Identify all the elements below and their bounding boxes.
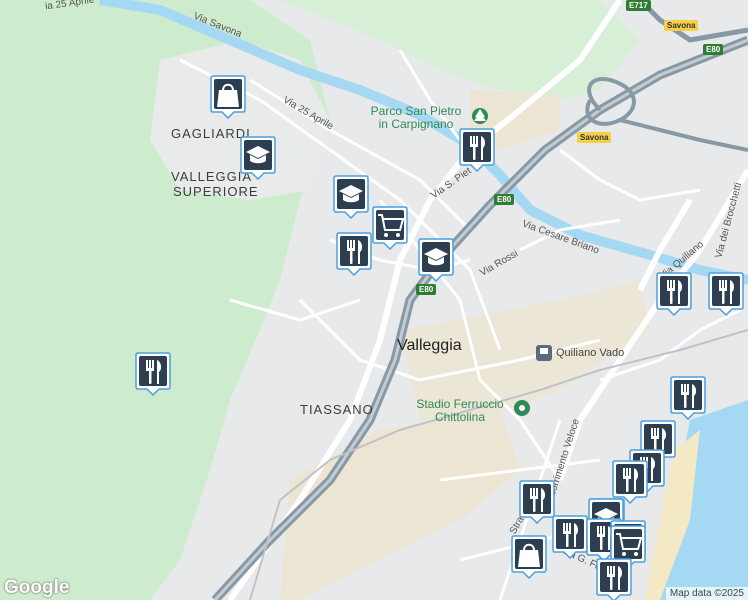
poi-marker[interactable]: [519, 480, 555, 524]
road-shield-e717: E717: [626, 0, 651, 11]
poi-marker[interactable]: [240, 136, 276, 180]
road-shield-e80-a: E80: [703, 44, 724, 55]
google-logo: Google: [4, 577, 70, 598]
poi-marker[interactable]: [552, 515, 588, 559]
place-label-valleggia-superiore-2: SUPERIORE: [173, 184, 259, 199]
map-attribution[interactable]: Map data ©2025: [665, 587, 748, 600]
map-base-layer: [0, 0, 748, 600]
road-shield-savona-top: Savona: [664, 20, 699, 31]
poi-label-parco[interactable]: Parco San Pietro in Carpignano: [360, 105, 472, 131]
poi-marker[interactable]: [336, 232, 372, 276]
poi-marker[interactable]: [372, 206, 408, 250]
poi-marker[interactable]: [670, 376, 706, 420]
place-label-gagliardi: GAGLIARDI: [171, 126, 251, 141]
road-shield-e80-c: E80: [416, 284, 437, 295]
poi-label-stadio[interactable]: Stadio Ferruccio Chittolina: [405, 398, 515, 424]
road-shield-savona-mid: Savona: [577, 132, 612, 143]
poi-label-stadio-line2: Chittolina: [434, 410, 486, 424]
town-label-valleggia[interactable]: Valleggia: [397, 337, 462, 355]
place-label-tiassano: TIASSANO: [300, 402, 374, 417]
poi-marker[interactable]: [708, 272, 744, 316]
poi-marker[interactable]: [459, 128, 495, 172]
poi-marker[interactable]: [418, 238, 454, 282]
poi-label-quiliano-vado[interactable]: Quiliano Vado: [556, 347, 624, 359]
map-canvas[interactable]: GAGLIARDI VALLEGGIA SUPERIORE TIASSANO V…: [0, 0, 748, 600]
poi-marker[interactable]: [333, 175, 369, 219]
poi-marker[interactable]: [596, 558, 632, 600]
poi-marker[interactable]: [135, 352, 171, 396]
road-shield-e80-b: E80: [494, 194, 515, 205]
poi-marker[interactable]: [210, 75, 246, 119]
poi-marker[interactable]: [511, 535, 547, 579]
poi-label-parco-line2: in Carpignano: [378, 117, 454, 131]
poi-marker[interactable]: [656, 272, 692, 316]
